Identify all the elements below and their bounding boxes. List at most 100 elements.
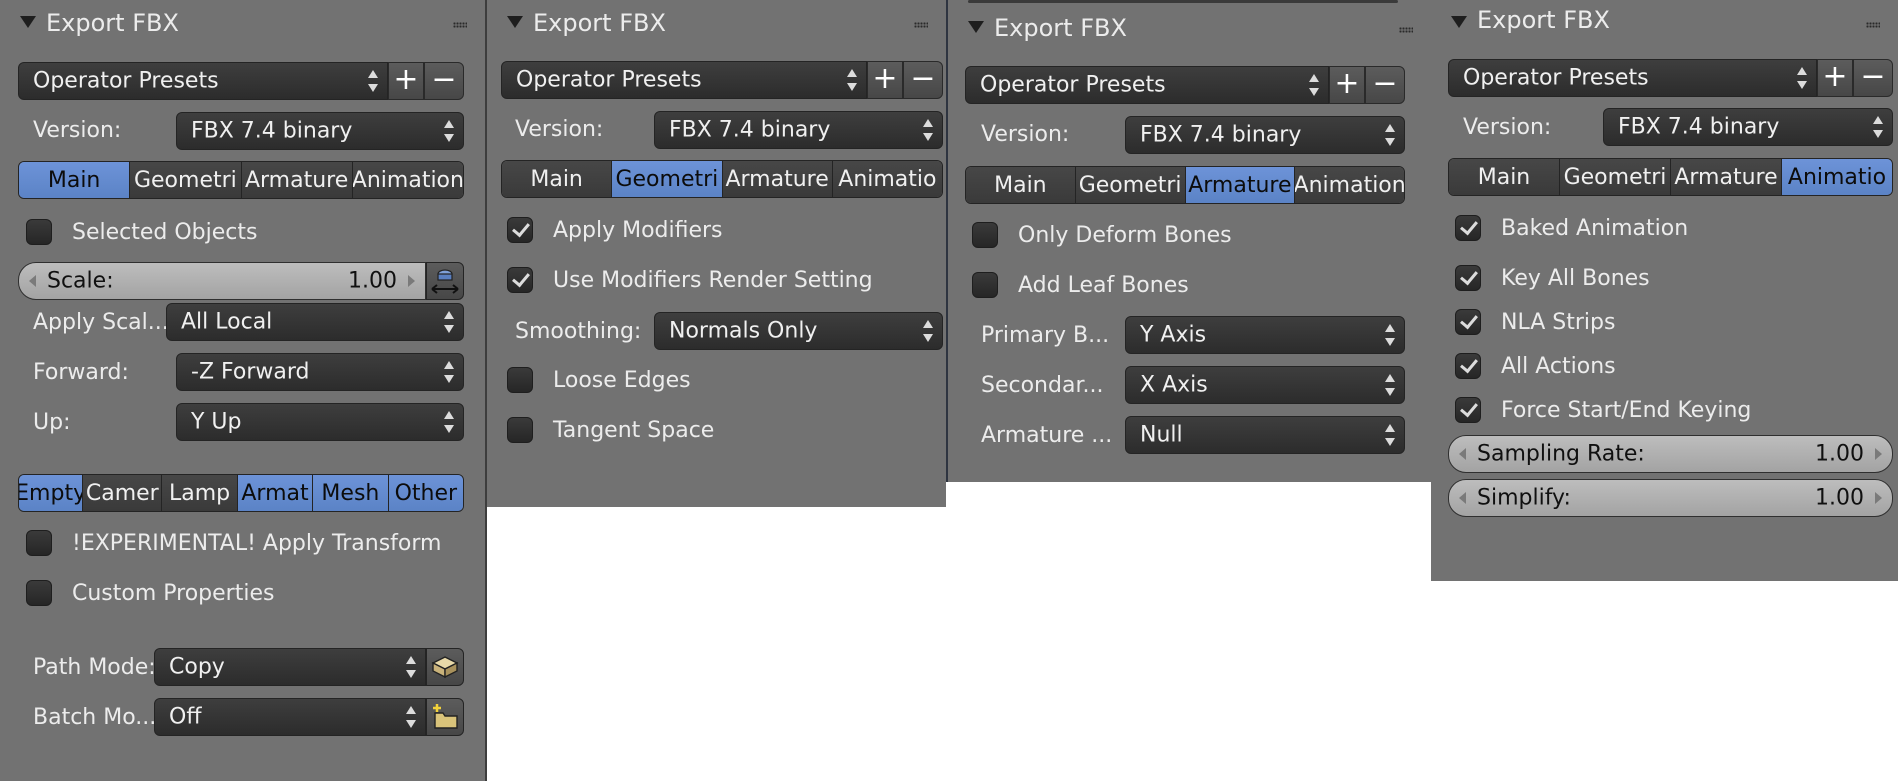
panel-header[interactable]: Export FBX bbox=[487, 0, 946, 44]
version-dropdown[interactable]: FBX 7.4 binary bbox=[1603, 108, 1893, 146]
batch-own-dir-button[interactable] bbox=[426, 698, 464, 736]
drag-grip-icon[interactable] bbox=[1866, 22, 1880, 28]
remove-preset-button[interactable]: − bbox=[1853, 59, 1893, 97]
sampling-rate-field[interactable]: Sampling Rate: 1.00 bbox=[1448, 435, 1893, 473]
tab-animation[interactable]: Animation bbox=[1294, 167, 1404, 203]
checkbox-icon[interactable] bbox=[26, 219, 52, 245]
force-start-end-keying-checkbox[interactable]: Force Start/End Keying bbox=[1455, 393, 1751, 427]
secondary-bone-axis-dropdown[interactable]: X Axis bbox=[1125, 366, 1405, 404]
tab-geometry[interactable]: Geometri bbox=[1074, 167, 1185, 203]
operator-presets-dropdown[interactable]: Operator Presets bbox=[1448, 59, 1817, 97]
add-preset-button[interactable]: + bbox=[1329, 66, 1365, 104]
experimental-apply-transform-checkbox[interactable]: !EXPERIMENTAL! Apply Transform bbox=[26, 526, 441, 560]
checkbox-checked-icon[interactable] bbox=[1455, 397, 1481, 423]
add-preset-button[interactable]: + bbox=[867, 61, 903, 99]
drag-grip-icon[interactable] bbox=[453, 22, 467, 28]
all-actions-checkbox[interactable]: All Actions bbox=[1455, 349, 1616, 383]
scale-apply-unit-button[interactable] bbox=[426, 262, 464, 300]
tab-animation[interactable]: Animatio bbox=[1781, 159, 1892, 195]
remove-preset-button[interactable]: − bbox=[1365, 66, 1405, 104]
version-dropdown[interactable]: FBX 7.4 binary bbox=[176, 112, 464, 150]
type-lamp-toggle[interactable]: Lamp bbox=[161, 475, 237, 511]
scale-field[interactable]: Scale: 1.00 bbox=[18, 262, 426, 300]
collapse-triangle-icon[interactable] bbox=[20, 16, 36, 28]
checkbox-checked-icon[interactable] bbox=[1455, 265, 1481, 291]
remove-preset-button[interactable]: − bbox=[424, 62, 464, 100]
version-dropdown[interactable]: FBX 7.4 binary bbox=[654, 111, 943, 149]
checkbox-checked-icon[interactable] bbox=[507, 217, 533, 243]
decrement-arrow-icon[interactable] bbox=[1459, 492, 1466, 504]
embed-textures-button[interactable] bbox=[426, 648, 464, 686]
path-mode-dropdown[interactable]: Copy bbox=[154, 648, 426, 686]
panel-header[interactable]: Export FBX bbox=[948, 5, 1431, 49]
increment-arrow-icon[interactable] bbox=[408, 275, 415, 287]
panel-header[interactable]: Export FBX bbox=[0, 0, 485, 44]
decrement-arrow-icon[interactable] bbox=[1459, 448, 1466, 460]
drag-grip-icon[interactable] bbox=[914, 22, 928, 28]
operator-presets-dropdown[interactable]: Operator Presets bbox=[18, 62, 388, 100]
type-other-toggle[interactable]: Other bbox=[387, 475, 463, 511]
primary-bone-axis-dropdown[interactable]: Y Axis bbox=[1125, 316, 1405, 354]
apply-modifiers-checkbox[interactable]: Apply Modifiers bbox=[507, 213, 723, 247]
nla-strips-checkbox[interactable]: NLA Strips bbox=[1455, 305, 1615, 339]
type-mesh-toggle[interactable]: Mesh bbox=[312, 475, 388, 511]
drag-grip-icon[interactable] bbox=[1399, 27, 1413, 33]
tab-armature[interactable]: Armature bbox=[1184, 167, 1295, 203]
forward-dropdown[interactable]: -Z Forward bbox=[176, 353, 464, 391]
tab-main[interactable]: Main bbox=[19, 162, 130, 198]
use-modifiers-render-checkbox[interactable]: Use Modifiers Render Setting bbox=[507, 263, 873, 297]
tab-geometry[interactable]: Geometri bbox=[1559, 159, 1670, 195]
checkbox-icon[interactable] bbox=[26, 580, 52, 606]
type-empty-toggle[interactable]: Empty bbox=[19, 475, 83, 511]
add-preset-button[interactable]: + bbox=[1817, 59, 1853, 97]
operator-presets-dropdown[interactable]: Operator Presets bbox=[501, 61, 867, 99]
collapse-triangle-icon[interactable] bbox=[1451, 16, 1467, 28]
tab-animation[interactable]: Animation bbox=[351, 162, 463, 198]
armature-node-type-dropdown[interactable]: Null bbox=[1125, 416, 1405, 454]
collapse-triangle-icon[interactable] bbox=[507, 16, 523, 28]
increment-arrow-icon[interactable] bbox=[1875, 492, 1882, 504]
baked-animation-checkbox[interactable]: Baked Animation bbox=[1455, 211, 1688, 245]
checkbox-icon[interactable] bbox=[972, 272, 998, 298]
checkbox-icon[interactable] bbox=[972, 222, 998, 248]
tab-geometry[interactable]: Geometri bbox=[129, 162, 241, 198]
tab-main[interactable]: Main bbox=[966, 167, 1075, 203]
panel-header[interactable]: Export FBX bbox=[1431, 0, 1898, 44]
smoothing-dropdown[interactable]: Normals Only bbox=[654, 312, 943, 350]
custom-properties-checkbox[interactable]: Custom Properties bbox=[26, 576, 274, 610]
collapse-triangle-icon[interactable] bbox=[968, 21, 984, 33]
up-dropdown[interactable]: Y Up bbox=[176, 403, 464, 441]
increment-arrow-icon[interactable] bbox=[1875, 448, 1882, 460]
add-leaf-bones-checkbox[interactable]: Add Leaf Bones bbox=[972, 268, 1189, 302]
checkbox-icon[interactable] bbox=[507, 367, 533, 393]
simplify-field[interactable]: Simplify: 1.00 bbox=[1448, 479, 1893, 517]
decrement-arrow-icon[interactable] bbox=[29, 275, 36, 287]
add-preset-button[interactable]: + bbox=[388, 62, 424, 100]
only-deform-bones-checkbox[interactable]: Only Deform Bones bbox=[972, 218, 1232, 252]
key-all-bones-checkbox[interactable]: Key All Bones bbox=[1455, 261, 1650, 295]
apply-scale-dropdown[interactable]: All Local bbox=[166, 303, 464, 341]
checkbox-checked-icon[interactable] bbox=[507, 267, 533, 293]
sampling-rate-label: Sampling Rate: bbox=[1477, 441, 1645, 467]
type-armature-toggle[interactable]: Armat bbox=[236, 475, 313, 511]
batch-mode-dropdown[interactable]: Off bbox=[154, 698, 426, 736]
tab-main[interactable]: Main bbox=[502, 161, 612, 197]
tab-armature[interactable]: Armature bbox=[721, 161, 832, 197]
checkbox-checked-icon[interactable] bbox=[1455, 353, 1481, 379]
tab-geometry[interactable]: Geometri bbox=[611, 161, 722, 197]
checkbox-checked-icon[interactable] bbox=[1455, 309, 1481, 335]
tab-armature[interactable]: Armature bbox=[1670, 159, 1781, 195]
remove-preset-button[interactable]: − bbox=[903, 61, 943, 99]
checkbox-checked-icon[interactable] bbox=[1455, 215, 1481, 241]
tangent-space-checkbox[interactable]: Tangent Space bbox=[507, 413, 714, 447]
type-camera-toggle[interactable]: Camer bbox=[82, 475, 162, 511]
version-dropdown[interactable]: FBX 7.4 binary bbox=[1125, 116, 1405, 154]
tab-animation[interactable]: Animatio bbox=[831, 161, 942, 197]
checkbox-icon[interactable] bbox=[26, 530, 52, 556]
selected-objects-checkbox[interactable]: Selected Objects bbox=[26, 215, 257, 249]
operator-presets-dropdown[interactable]: Operator Presets bbox=[965, 66, 1329, 104]
tab-main[interactable]: Main bbox=[1449, 159, 1559, 195]
tab-armature[interactable]: Armature bbox=[240, 162, 352, 198]
loose-edges-checkbox[interactable]: Loose Edges bbox=[507, 363, 691, 397]
checkbox-icon[interactable] bbox=[507, 417, 533, 443]
